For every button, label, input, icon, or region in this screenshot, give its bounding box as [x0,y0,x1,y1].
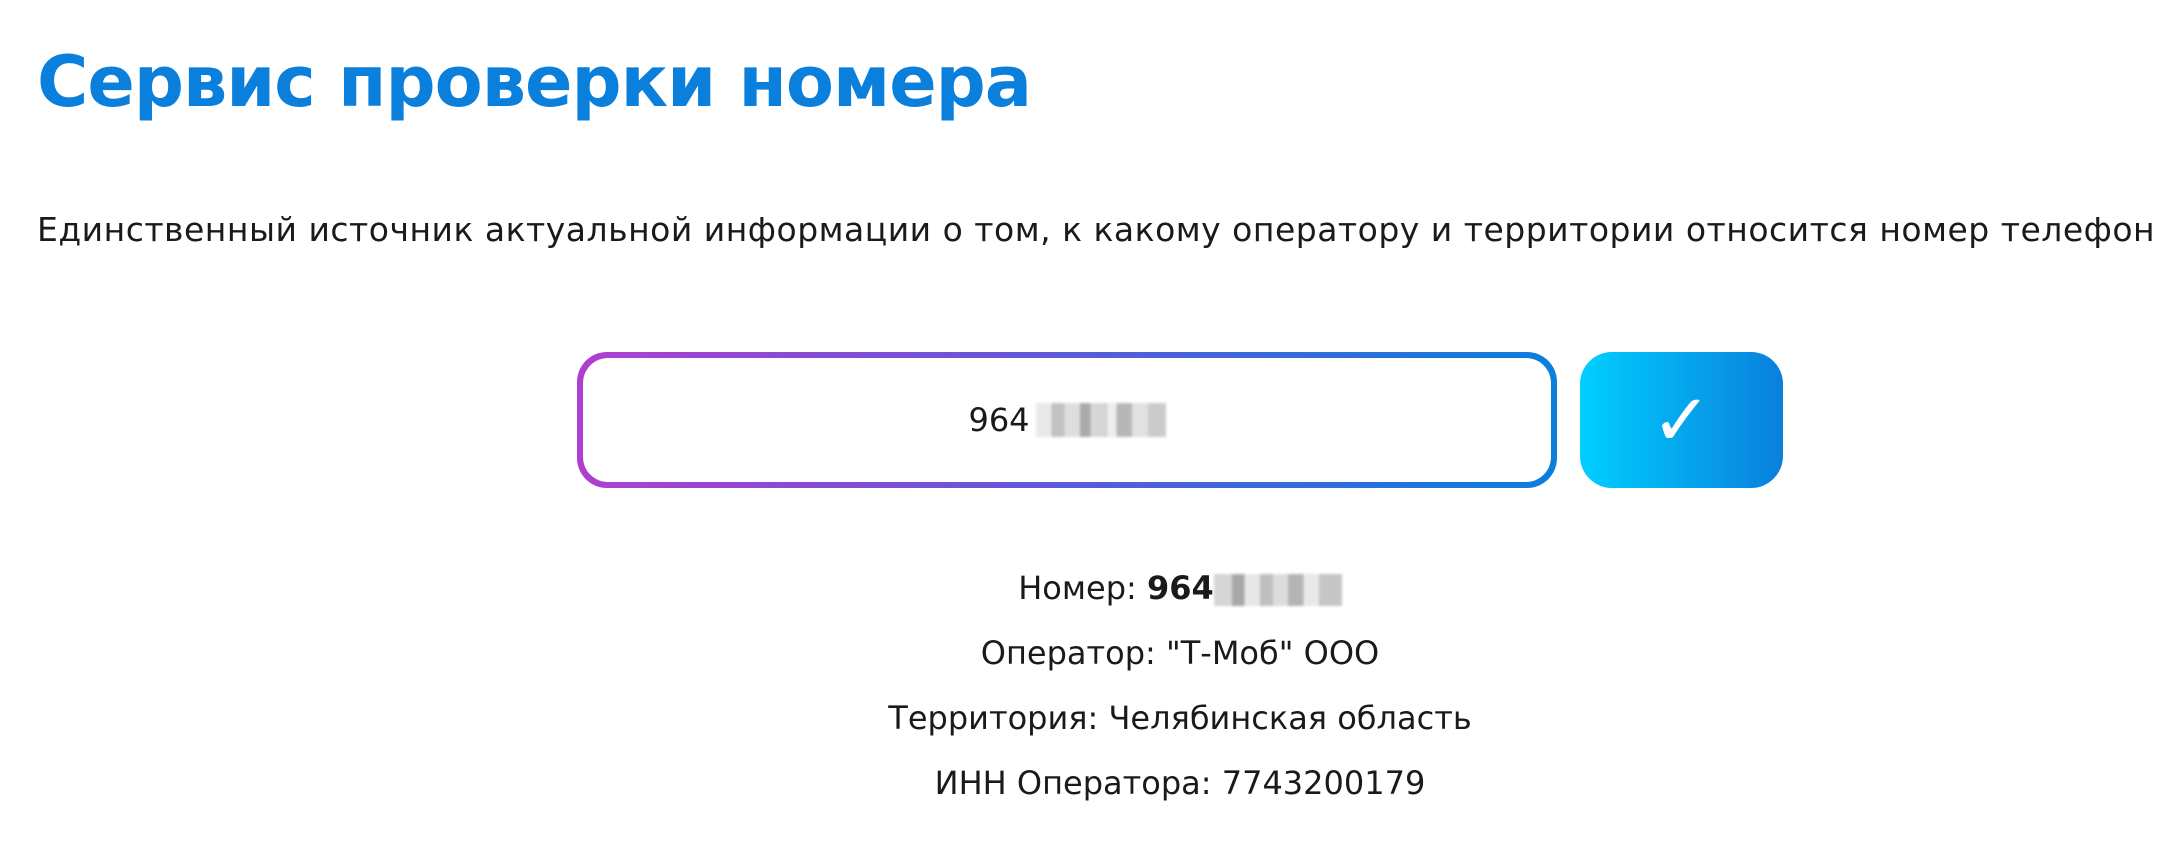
result-territory: Территория: Челябинская область [888,699,1472,737]
phone-input-inner[interactable]: 964 [583,358,1551,482]
result-number-value: 964 [1146,569,1214,607]
result-inn: ИНН Оператора: 7743200179 [934,764,1426,802]
result-number-label: Номер: [1018,569,1147,607]
checkmark-icon: ✓ [1651,378,1712,462]
result-number-masked [1213,574,1342,606]
phone-number-input[interactable]: 964 [583,358,1551,482]
phone-input-visible-digits: 964 [968,401,1030,439]
phone-input-masked-digits [1035,403,1166,437]
check-number-button[interactable]: ✓ [1580,352,1783,488]
service-description: Единственный источник актуальной информа… [37,210,2157,249]
phone-input-frame[interactable]: 964 [577,352,1557,488]
page-title: Сервис проверки номера [37,41,1032,123]
check-results: Номер: 964 Оператор: "Т-Моб" ООО Террито… [577,556,1783,816]
result-operator: Оператор: "Т-Моб" ООО [980,634,1380,672]
result-number-line: Номер: 964 [577,556,1783,621]
